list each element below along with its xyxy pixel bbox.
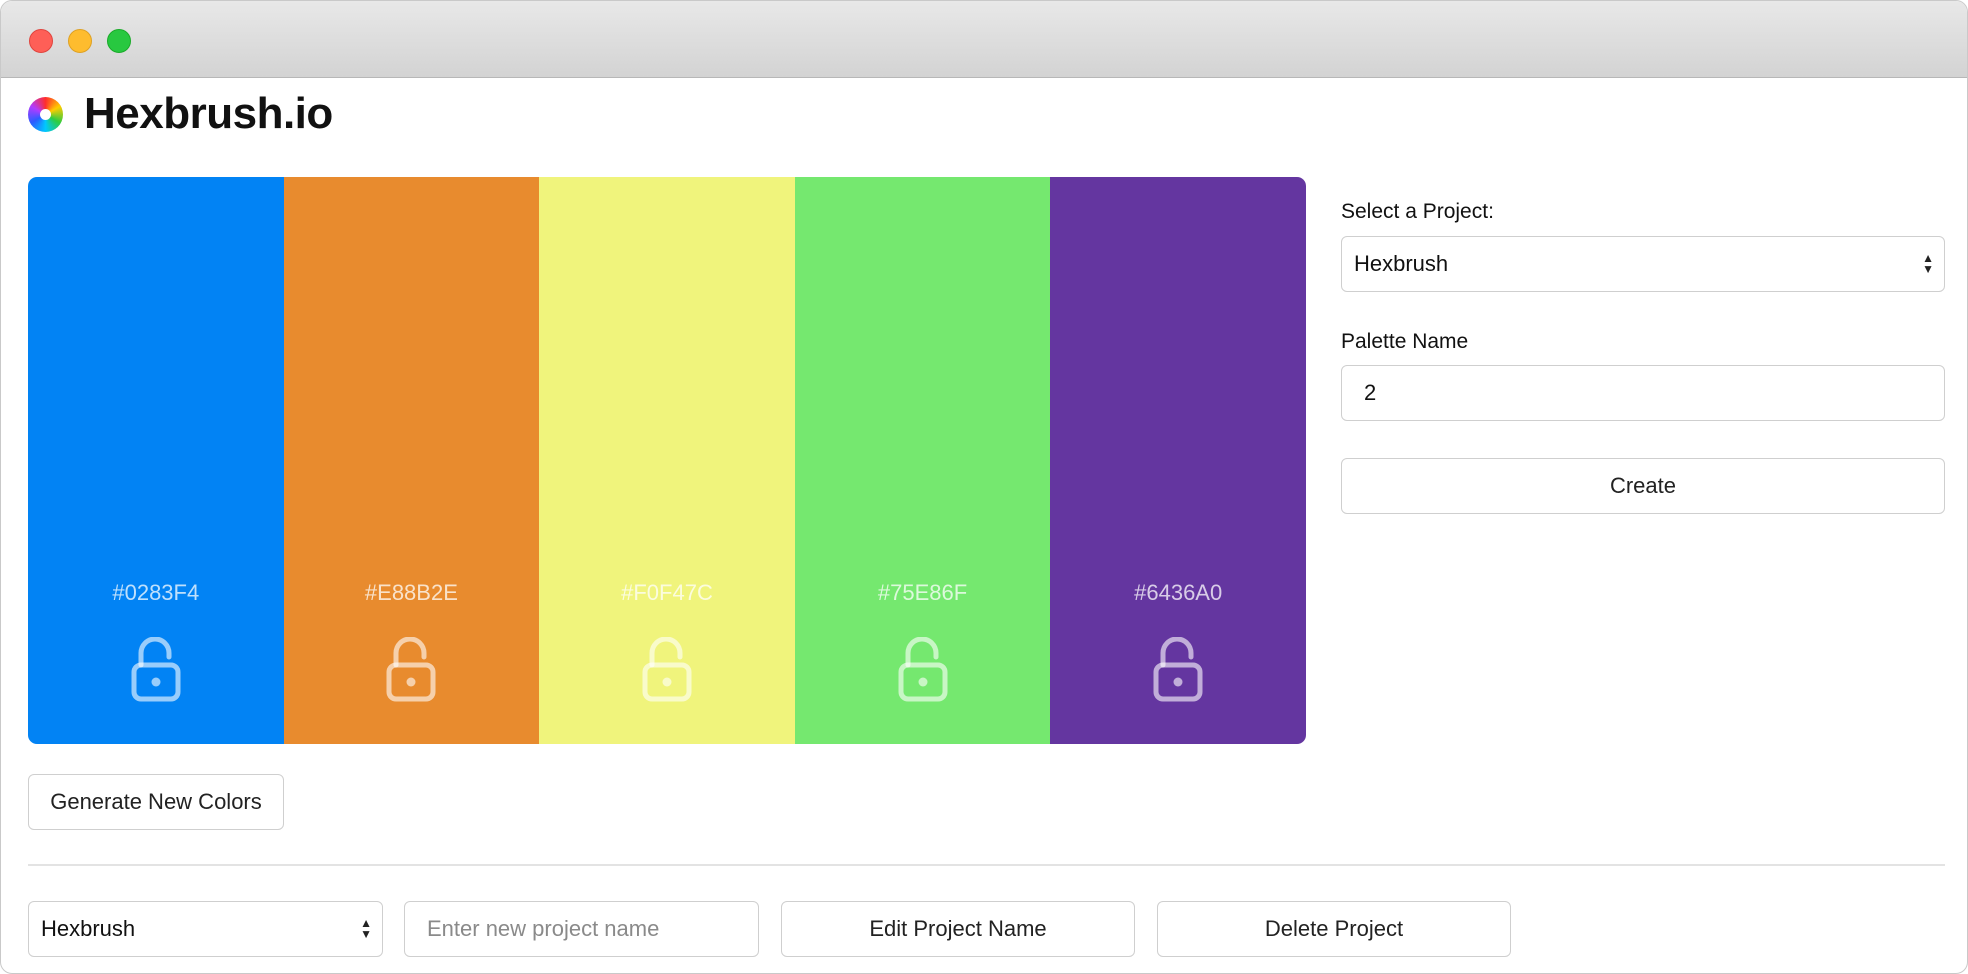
color-wheel-logo-icon <box>28 96 63 132</box>
edit-project-name-button[interactable]: Edit Project Name <box>781 901 1135 957</box>
app-window: Hexbrush.io #0283F4 #E88B2E #F0F47C #75E… <box>0 0 1968 974</box>
swatch-hex-label: #75E86F <box>877 580 968 605</box>
section-divider <box>28 864 1945 866</box>
close-window-button[interactable] <box>29 29 53 53</box>
app-title: Hexbrush.io <box>84 89 333 138</box>
create-button[interactable]: Create <box>1341 458 1945 514</box>
delete-project-button[interactable]: Delete Project <box>1157 901 1511 957</box>
palette-name-label: Palette Name <box>1341 330 1469 353</box>
unlocked-padlock-icon[interactable] <box>131 637 181 703</box>
color-swatch-5[interactable]: #6436A0 <box>1050 177 1306 744</box>
new-project-name-input[interactable]: Enter new project name <box>404 901 759 957</box>
unlocked-padlock-icon[interactable] <box>642 637 692 703</box>
swatch-hex-label: #6436A0 <box>1134 580 1223 605</box>
generate-new-colors-button[interactable]: Generate New Colors <box>28 774 284 830</box>
color-swatch-2[interactable]: #E88B2E <box>283 177 540 744</box>
color-swatch-4[interactable]: #75E86F <box>794 177 1051 744</box>
zoom-window-button[interactable] <box>107 29 131 53</box>
title-bar <box>1 1 1967 78</box>
project-manage-select-value: Hexbrush <box>41 916 136 941</box>
project-select-label: Select a Project: <box>1341 200 1494 223</box>
minimize-window-button[interactable] <box>68 29 92 53</box>
project-select-value: Hexbrush <box>1354 251 1449 276</box>
select-arrows-icon: ▲ ▼ <box>360 916 372 941</box>
brand-header: Hexbrush.io <box>28 89 333 138</box>
swatch-hex-label: #E88B2E <box>364 580 458 605</box>
select-arrows-icon: ▲ ▼ <box>1922 251 1934 276</box>
unlocked-padlock-icon[interactable] <box>386 637 436 703</box>
color-swatch-1[interactable]: #0283F4 <box>28 177 284 744</box>
swatch-hex-label: #F0F47C <box>621 580 713 605</box>
project-select[interactable]: Hexbrush ▲ ▼ <box>1341 236 1945 292</box>
swatch-hex-label: #0283F4 <box>112 580 200 605</box>
project-manage-select[interactable]: Hexbrush ▲ ▼ <box>28 901 383 957</box>
color-palette: #0283F4 #E88B2E #F0F47C #75E86F #6436A0 <box>28 177 1306 744</box>
palette-name-input[interactable]: 2 <box>1341 365 1945 421</box>
unlocked-padlock-icon[interactable] <box>1153 637 1203 703</box>
unlocked-padlock-icon[interactable] <box>898 637 948 703</box>
color-swatch-3[interactable]: #F0F47C <box>539 177 795 744</box>
